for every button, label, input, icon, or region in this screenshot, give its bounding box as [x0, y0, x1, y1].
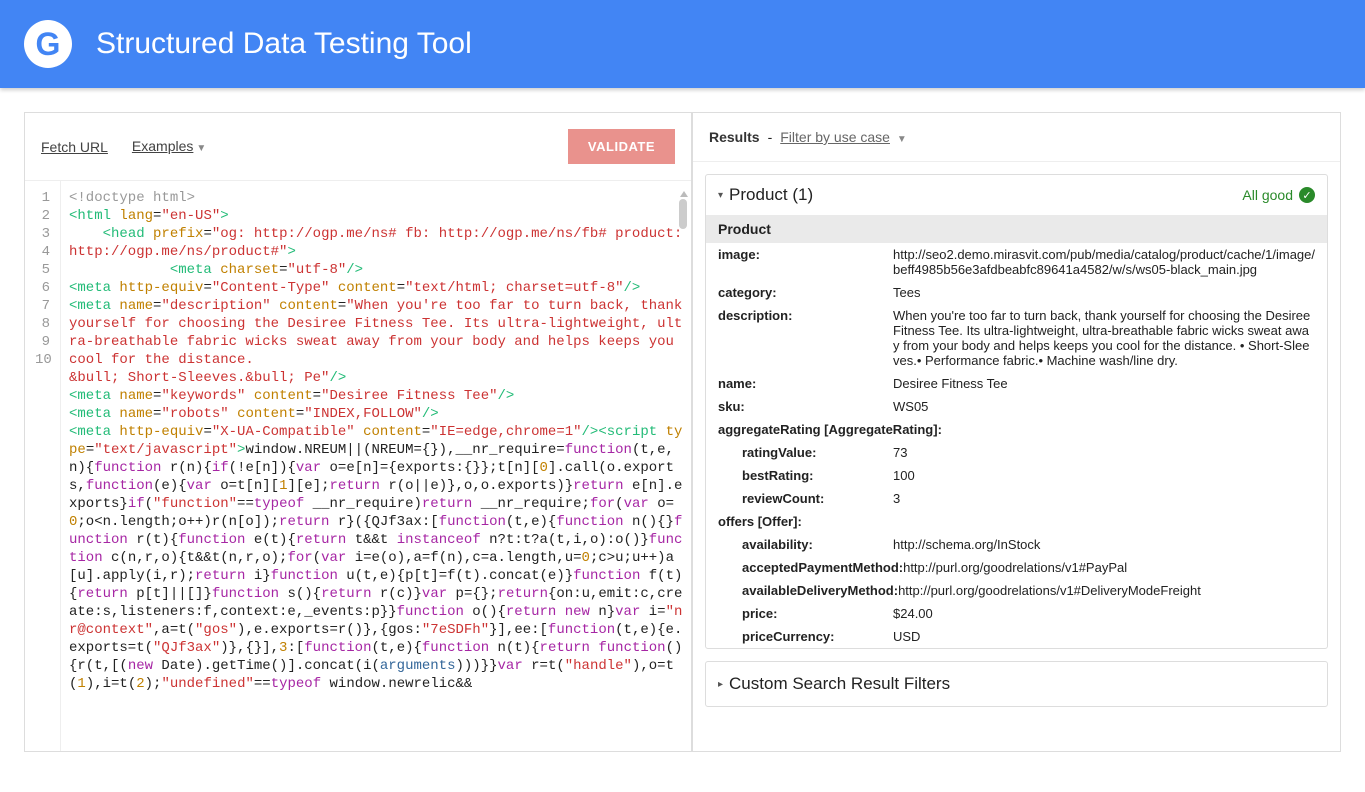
- caret-right-icon: ▸: [718, 679, 723, 690]
- offers-header: offers [Offer]:: [706, 510, 1327, 533]
- code-content[interactable]: <!doctype html> <html lang="en-US"> <hea…: [61, 181, 691, 751]
- product-section-header[interactable]: ▾ Product (1) All good ✓: [706, 175, 1327, 215]
- aggregate-rating-header: aggregateRating [AggregateRating]:: [706, 418, 1327, 441]
- product-section: ▾ Product (1) All good ✓ Product image:h…: [705, 174, 1328, 649]
- data-row: price:$24.00: [706, 602, 1327, 625]
- data-row: category:Tees: [706, 281, 1327, 304]
- data-row: image:http://seo2.demo.mirasvit.com/pub/…: [706, 243, 1327, 281]
- data-row: reviewCount:3: [706, 487, 1327, 510]
- results-panel: Results - Filter by use case ▼ ▾ Product…: [692, 112, 1341, 752]
- chevron-down-icon: ▼: [897, 134, 907, 145]
- data-row: availableDeliveryMethod:http://purl.org/…: [706, 579, 1327, 602]
- data-row: sku:WS05: [706, 395, 1327, 418]
- code-toolbar: Fetch URL Examples▼ VALIDATE: [25, 113, 691, 181]
- data-row: bestRating:100: [706, 464, 1327, 487]
- app-header: G Structured Data Testing Tool: [0, 0, 1365, 88]
- caret-down-icon: ▾: [718, 190, 723, 201]
- code-panel: Fetch URL Examples▼ VALIDATE 12345678910…: [24, 112, 692, 752]
- check-icon: ✓: [1299, 187, 1315, 203]
- custom-filters-section[interactable]: ▸ Custom Search Result Filters: [705, 661, 1328, 707]
- data-row: priceCurrency:USD: [706, 625, 1327, 648]
- page-title: Structured Data Testing Tool: [96, 27, 472, 61]
- data-row: name:Desiree Fitness Tee: [706, 372, 1327, 395]
- fetch-url-link[interactable]: Fetch URL: [41, 139, 108, 155]
- scrollbar[interactable]: [679, 189, 689, 229]
- chevron-down-icon: ▼: [196, 143, 206, 154]
- examples-dropdown[interactable]: Examples▼: [132, 138, 206, 156]
- main-container: Fetch URL Examples▼ VALIDATE 12345678910…: [0, 88, 1365, 776]
- results-header: Results - Filter by use case ▼: [693, 113, 1340, 162]
- filter-dropdown[interactable]: Filter by use case ▼: [780, 129, 907, 145]
- status-badge: All good ✓: [1242, 187, 1315, 203]
- data-row: description:When you're too far to turn …: [706, 304, 1327, 372]
- results-label: Results: [709, 129, 760, 145]
- data-row: availability:http://schema.org/InStock: [706, 533, 1327, 556]
- data-row: ratingValue:73: [706, 441, 1327, 464]
- product-type-header: Product: [706, 215, 1327, 243]
- data-row: acceptedPaymentMethod:http://purl.org/go…: [706, 556, 1327, 579]
- code-editor[interactable]: 12345678910 <!doctype html> <html lang="…: [25, 181, 691, 751]
- validate-button[interactable]: VALIDATE: [568, 129, 675, 164]
- line-gutter: 12345678910: [25, 181, 61, 751]
- google-logo: G: [24, 20, 72, 68]
